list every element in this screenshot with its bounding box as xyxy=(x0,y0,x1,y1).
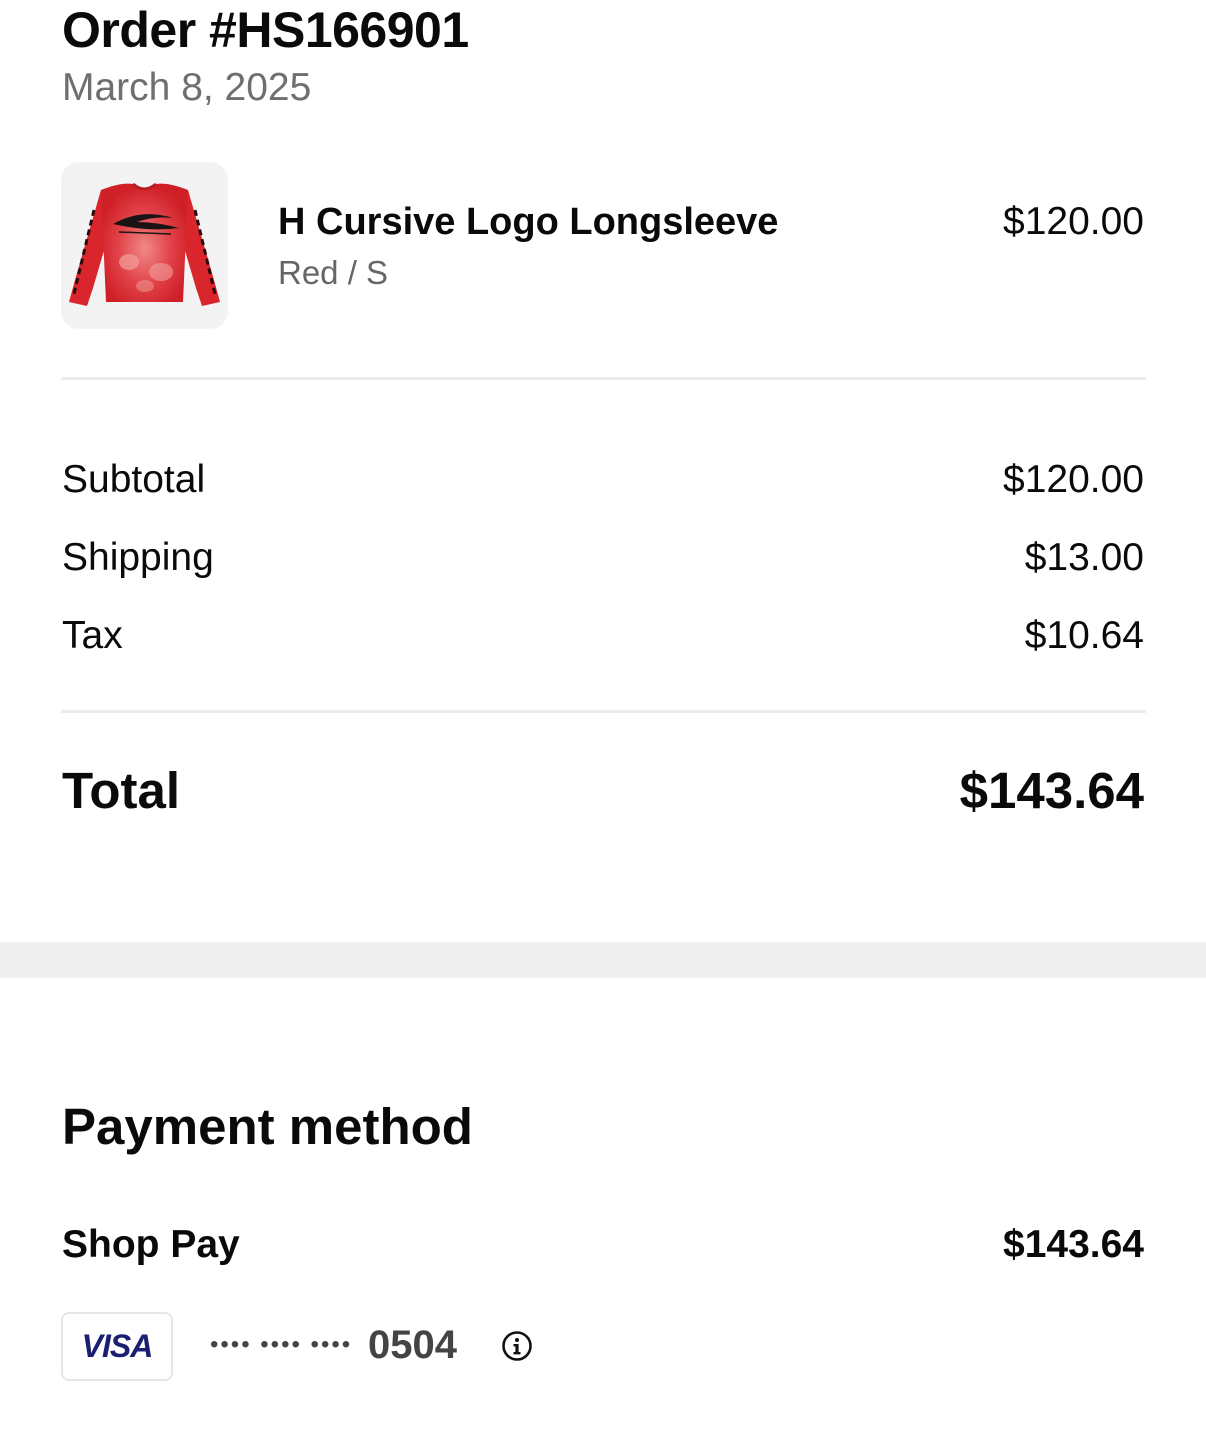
product-price: $120.00 xyxy=(1003,200,1144,243)
info-icon[interactable] xyxy=(501,1330,533,1362)
section-separator xyxy=(0,942,1206,978)
payment-amount: $143.64 xyxy=(1003,1223,1144,1266)
red-longsleeve-shirt-image xyxy=(69,182,220,306)
visa-card-logo-icon: VISA xyxy=(61,1312,173,1381)
total-value: $143.64 xyxy=(959,762,1144,819)
product-image[interactable] xyxy=(61,162,228,329)
total-label: Total xyxy=(62,762,181,819)
tax-label: Tax xyxy=(62,614,123,657)
divider xyxy=(61,710,1146,713)
shipping-value: $13.00 xyxy=(1024,536,1144,579)
payment-method-name: Shop Pay xyxy=(62,1223,240,1266)
subtotal-value: $120.00 xyxy=(1003,458,1144,501)
tax-value: $10.64 xyxy=(1024,614,1144,657)
payment-method-heading: Payment method xyxy=(62,1098,473,1155)
subtotal-label: Subtotal xyxy=(62,458,206,501)
product-variant: Red / S xyxy=(278,254,389,291)
card-last-four: 0504 xyxy=(368,1323,457,1367)
card-number-mask: •••• •••• •••• xyxy=(210,1331,353,1358)
product-name[interactable]: H Cursive Logo Longsleeve xyxy=(278,200,778,244)
order-date: March 8, 2025 xyxy=(62,66,312,109)
divider xyxy=(61,377,1146,380)
order-title: Order #HS166901 xyxy=(62,2,469,58)
shipping-label: Shipping xyxy=(62,536,214,579)
order-details-page: Order #HS166901 March 8, 2025 H Cursive … xyxy=(0,0,1206,1443)
